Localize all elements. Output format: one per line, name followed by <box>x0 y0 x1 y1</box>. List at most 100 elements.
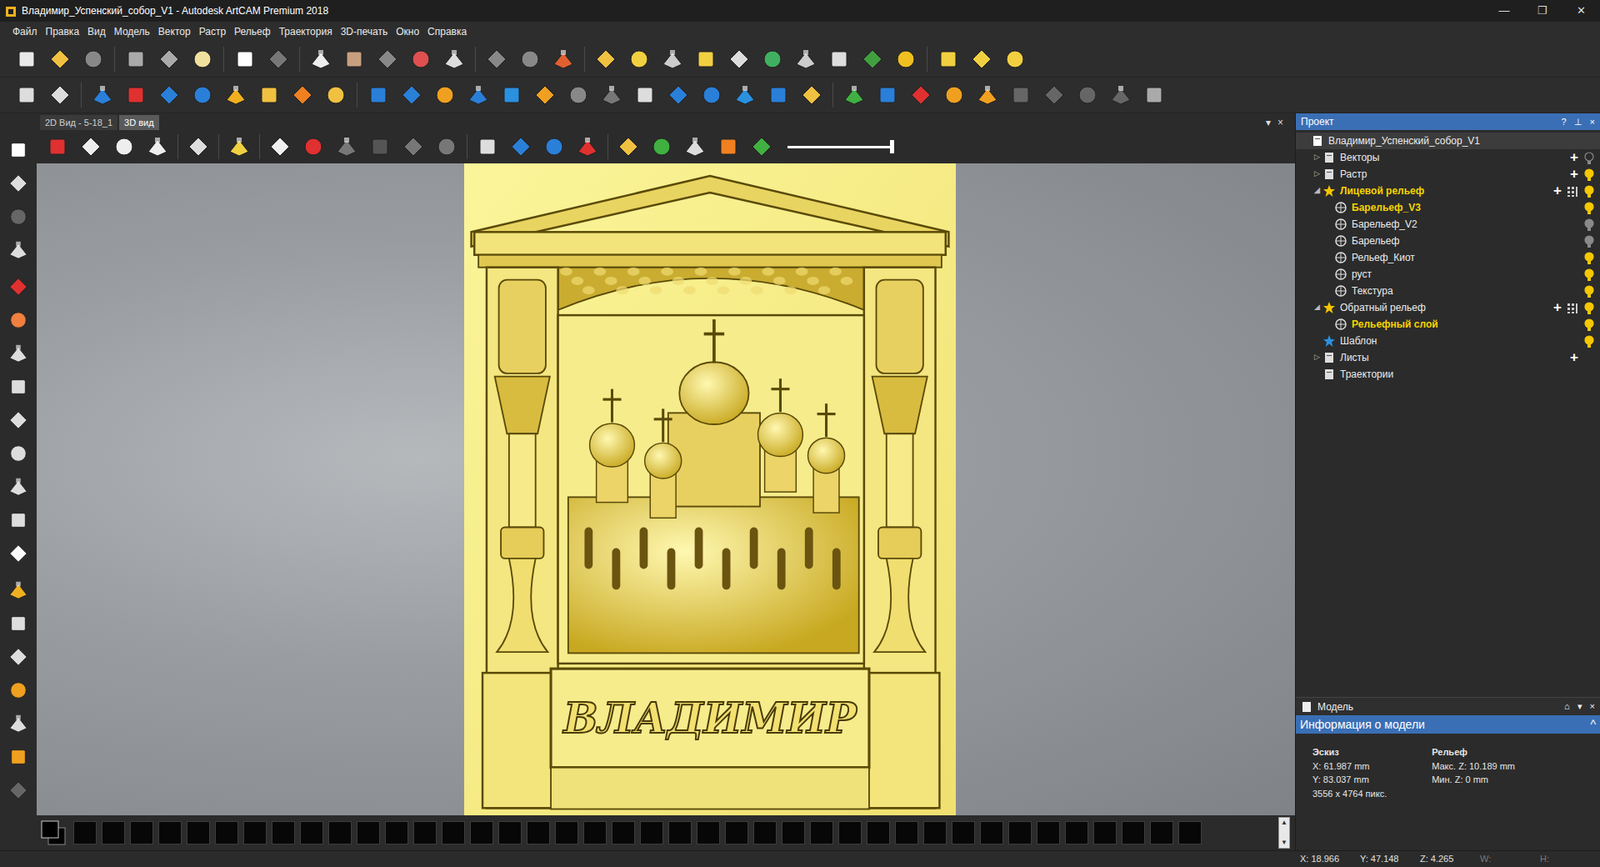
scroll-arrow[interactable]: ▼ <box>1280 837 1288 848</box>
visibility-bulb-icon[interactable] <box>1583 216 1595 232</box>
view-tool-icon[interactable] <box>538 132 570 161</box>
relief-tool-icon[interactable] <box>730 80 760 110</box>
color-swatch[interactable] <box>158 820 182 845</box>
main-tool-icon[interactable] <box>405 45 436 74</box>
viewport[interactable]: ВЛАДИМИР <box>36 163 1295 815</box>
drawing-tool-icon[interactable] <box>3 271 34 302</box>
menu-item[interactable]: Справка <box>423 22 471 41</box>
view-tool-icon[interactable] <box>505 132 537 161</box>
color-swatch[interactable] <box>243 820 267 845</box>
drawing-tool-icon[interactable] <box>3 505 34 535</box>
main-tool-icon[interactable] <box>690 45 721 74</box>
tree-item[interactable]: ▷Листы+ <box>1295 349 1600 366</box>
menu-item[interactable]: 3D-печать <box>336 22 393 41</box>
color-swatch[interactable] <box>640 820 664 845</box>
relief-tool-icon[interactable] <box>1139 80 1170 110</box>
tree-item[interactable]: ◢Обратный рельеф+ <box>1295 299 1600 316</box>
tree-toggle[interactable]: ▷ <box>1310 151 1323 164</box>
main-tool-icon[interactable] <box>790 45 821 74</box>
drawing-tool-icon[interactable] <box>3 775 34 805</box>
visibility-bulb-icon[interactable] <box>1583 150 1595 165</box>
view-tool-icon[interactable] <box>430 132 463 161</box>
menu-item[interactable]: Рельеф <box>230 22 275 41</box>
drawing-tool-icon[interactable] <box>3 538 34 569</box>
menu-item[interactable]: Файл <box>8 22 42 41</box>
relief-tool-icon[interactable] <box>363 80 394 110</box>
view-tool-icon[interactable] <box>712 132 745 161</box>
main-tool-icon[interactable] <box>590 45 621 74</box>
menu-item[interactable]: Растр <box>195 22 230 41</box>
grid-icon[interactable] <box>1566 300 1579 315</box>
color-swatch[interactable] <box>328 820 352 845</box>
color-swatch[interactable] <box>1036 820 1060 845</box>
color-swatch[interactable] <box>526 820 550 845</box>
view-tool-icon[interactable] <box>471 132 504 161</box>
drawing-tool-icon[interactable] <box>3 741 34 772</box>
color-swatch[interactable] <box>1178 820 1202 845</box>
visibility-bulb-icon[interactable] <box>1583 233 1595 249</box>
visibility-bulb-icon[interactable] <box>1583 266 1595 282</box>
main-tool-icon[interactable] <box>966 45 997 74</box>
view-tool-icon[interactable] <box>330 132 363 161</box>
drawing-tool-icon[interactable] <box>3 135 34 165</box>
view-tool-icon[interactable] <box>397 132 430 161</box>
drawing-tool-icon[interactable] <box>3 641 34 672</box>
window-control-button[interactable]: ✕ <box>1561 2 1600 20</box>
menu-item[interactable]: Вектор <box>154 22 195 41</box>
relief-tool-icon[interactable] <box>320 80 351 110</box>
main-tool-icon[interactable] <box>515 45 545 74</box>
main-tool-icon[interactable] <box>154 45 185 74</box>
main-tool-icon[interactable] <box>263 45 294 74</box>
color-swatch[interactable] <box>583 820 607 845</box>
tree-item[interactable]: Владимир_Успенский_собор_V1 <box>1295 132 1600 150</box>
color-swatch[interactable] <box>1121 820 1145 845</box>
tree-item[interactable]: ◢Лицевой рельеф+ <box>1295 182 1600 200</box>
visibility-bulb-icon[interactable] <box>1583 183 1595 199</box>
add-button[interactable]: + <box>1570 168 1579 180</box>
relief-tool-icon[interactable] <box>1039 80 1070 110</box>
color-swatch[interactable] <box>753 820 777 845</box>
relief-tool-icon[interactable] <box>796 80 827 110</box>
model-info-header[interactable]: Информация о модели^ <box>1295 715 1600 734</box>
color-swatch[interactable] <box>470 820 494 845</box>
relief-tool-icon[interactable] <box>430 80 460 110</box>
color-swatch[interactable] <box>810 820 834 845</box>
view-tool-icon[interactable] <box>571 132 604 161</box>
drawing-tool-icon[interactable] <box>3 405 34 435</box>
view-tool-icon[interactable] <box>364 132 396 161</box>
view-tool-icon[interactable] <box>612 132 645 161</box>
visibility-bulb-icon[interactable] <box>1583 333 1595 349</box>
current-color-icon[interactable] <box>40 819 69 846</box>
menu-item[interactable]: Окно <box>391 22 424 41</box>
relief-tool-icon[interactable] <box>496 80 527 110</box>
visibility-bulb-icon[interactable] <box>1583 200 1595 215</box>
visibility-bulb-icon[interactable] <box>1583 250 1595 265</box>
view-tool-icon[interactable] <box>223 132 255 161</box>
view-tool-icon[interactable] <box>108 132 140 161</box>
view-tool-icon[interactable] <box>297 132 330 161</box>
view-tool-icon[interactable] <box>645 132 678 161</box>
tree-item[interactable]: Шаблон <box>1295 332 1600 350</box>
drawing-tool-icon[interactable] <box>3 168 34 199</box>
color-swatch[interactable] <box>1008 820 1032 845</box>
color-swatch[interactable] <box>413 820 437 845</box>
main-tool-icon[interactable] <box>548 45 579 74</box>
main-tool-icon[interactable] <box>78 45 109 74</box>
visibility-bulb-icon[interactable] <box>1583 300 1595 315</box>
add-button[interactable]: + <box>1570 151 1579 164</box>
relief-tool-icon[interactable] <box>254 80 285 110</box>
main-tool-icon[interactable] <box>305 45 336 74</box>
relief-tool-icon[interactable] <box>663 80 694 110</box>
window-control-button[interactable]: — <box>1485 2 1524 20</box>
visibility-bulb-icon[interactable] <box>1583 283 1595 299</box>
relief-tool-icon[interactable] <box>696 80 727 110</box>
view-tool-icon[interactable] <box>141 132 174 161</box>
color-swatch[interactable] <box>441 820 465 845</box>
drawing-tool-icon[interactable] <box>3 575 34 605</box>
panel-control-button[interactable]: ⊥ <box>1574 115 1583 130</box>
drawing-tool-icon[interactable] <box>3 471 34 502</box>
slider-knob[interactable] <box>890 140 895 154</box>
palette-scrollbar[interactable]: ▲▼ <box>1278 816 1290 849</box>
main-tool-icon[interactable] <box>757 45 788 74</box>
color-swatch[interactable] <box>980 820 1004 845</box>
